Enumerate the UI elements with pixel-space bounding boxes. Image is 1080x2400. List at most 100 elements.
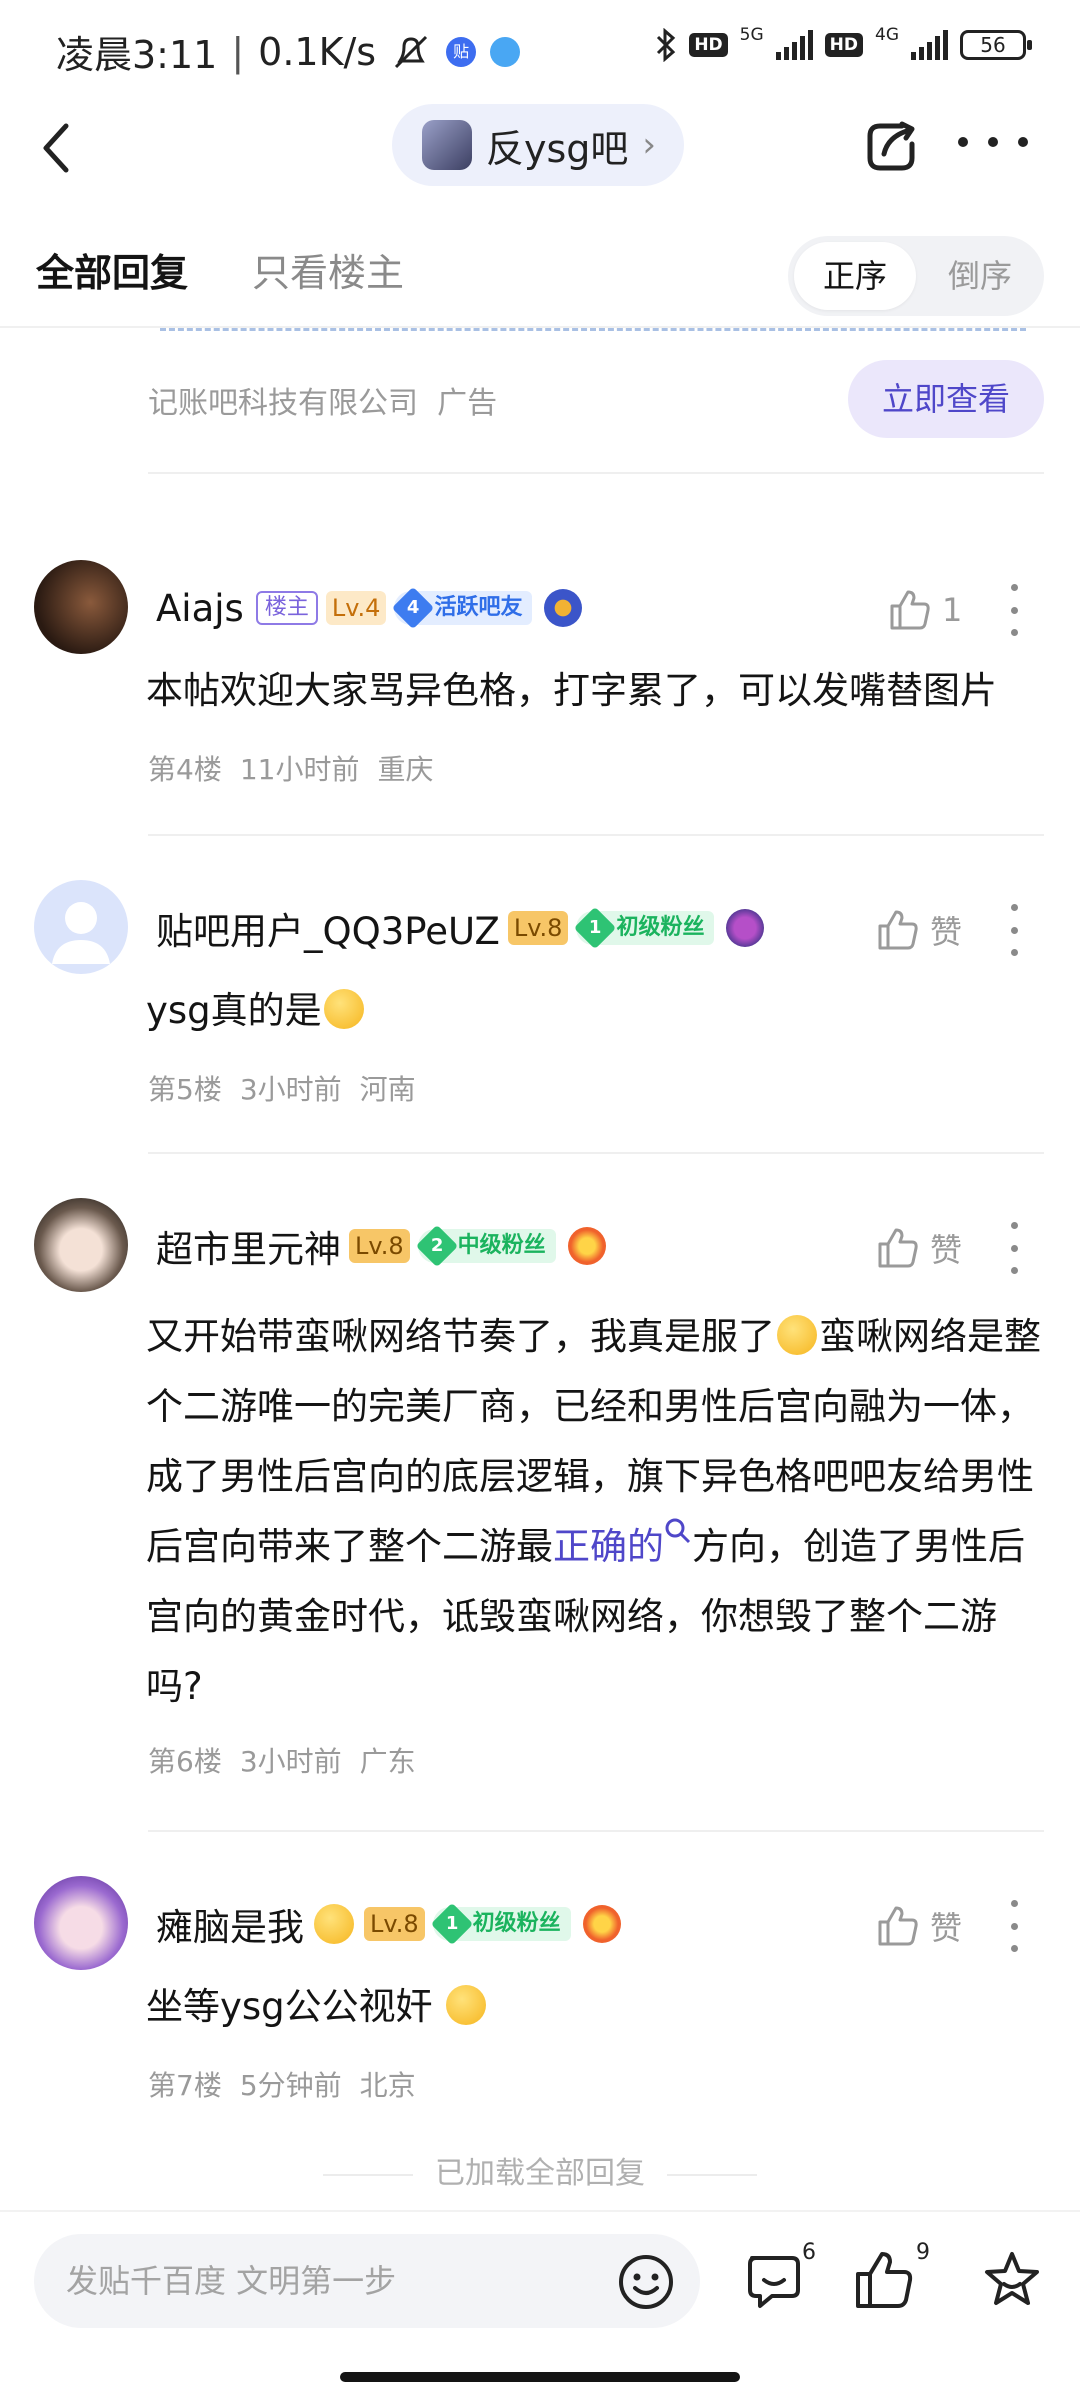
fan-title: 初级粉丝	[616, 915, 705, 940]
fan-title: 初级粉丝	[472, 1911, 561, 1936]
divider	[148, 1830, 1044, 1832]
comment-floor-7: 瘫脑是我 Lv.8 1 初级粉丝 赞 坐等ysg公公视奸 第7楼 5分钟前 北京	[0, 1876, 1080, 2136]
avatar[interactable]	[34, 560, 128, 654]
like-label: 赞	[930, 1231, 963, 1269]
more-dot-icon	[1010, 1244, 1018, 1252]
ip-location: 河南	[359, 1073, 416, 1106]
level-badge: Lv.8	[364, 1907, 425, 1941]
comment-more-button[interactable]	[1004, 1900, 1024, 1952]
ip-location: 广东	[359, 1745, 416, 1778]
sort-ascending-button[interactable]: 正序	[794, 242, 916, 310]
username[interactable]: 超市里元神	[156, 1219, 341, 1273]
forum-entry-button[interactable]: 反ysg吧 ›	[392, 104, 684, 186]
avatar[interactable]	[34, 1198, 128, 1292]
sort-descending-button[interactable]: 倒序	[922, 242, 1038, 310]
fan-level-number: 4	[407, 597, 420, 618]
like-label: 赞	[930, 913, 963, 951]
post-time: 3小时前	[239, 1073, 342, 1106]
fan-level-number: 2	[430, 1235, 443, 1256]
hd-badge-1: HD	[689, 33, 728, 57]
comment-more-button[interactable]	[1004, 1222, 1024, 1274]
top-navigation: 反ysg吧 ›	[0, 96, 1080, 216]
signal-icon-1	[775, 30, 813, 60]
comment-meta: 第5楼 3小时前 河南	[148, 1068, 416, 1108]
like-button[interactable]: 赞	[876, 1898, 962, 1954]
search-icon	[665, 1518, 691, 1544]
like-button[interactable]: 赞	[876, 902, 962, 958]
more-dot-icon	[1010, 1222, 1018, 1229]
status-right: HD 5G HD 4G 56	[655, 25, 1032, 62]
username[interactable]: Aiajs	[156, 587, 244, 630]
op-badge: 楼主	[255, 591, 318, 625]
username[interactable]: 瘫脑是我	[156, 1897, 304, 1951]
ad-dashed-line	[160, 328, 1026, 331]
like-label: 赞	[930, 1909, 963, 1947]
like-count: 9	[916, 2240, 930, 2265]
yum-emoji-icon	[446, 1985, 487, 2025]
search-keyword-text: 正确的	[553, 1525, 664, 1568]
level-badge: Lv.8	[507, 911, 569, 945]
more-dot-icon	[958, 137, 968, 147]
floor-number: 第6楼	[148, 1745, 222, 1778]
reply-input[interactable]: 发贴千百度 文明第一步	[34, 2234, 700, 2328]
back-button[interactable]	[36, 118, 96, 194]
like-button[interactable]: 1	[888, 582, 962, 638]
username[interactable]: 贴吧用户_QQ3PeUZ	[156, 901, 500, 955]
status-bar: 凌晨3:11 | 0.1K/s 贴 HD 5G HD 4G 56	[0, 0, 1080, 96]
more-dot-icon	[1010, 629, 1018, 636]
sort-toggle: 正序 倒序	[788, 236, 1044, 316]
comment-text: ysg真的是	[146, 976, 1046, 1046]
network-5g-label: 5G	[739, 25, 764, 45]
comment-more-button[interactable]	[1004, 584, 1024, 636]
status-left: 凌晨3:11 | 0.1K/s 贴	[56, 24, 521, 79]
thumbs-up-icon	[878, 1906, 918, 1946]
star-icon	[985, 2252, 1039, 2305]
more-options-button[interactable]	[958, 122, 1028, 162]
divider-line	[667, 2173, 757, 2176]
ad-view-now-button[interactable]: 立即查看	[848, 360, 1044, 438]
like-button[interactable]: 赞	[876, 1220, 962, 1276]
network-4g-label: 4G	[875, 25, 899, 45]
medal-icon	[726, 909, 765, 947]
thumbs-up-icon	[890, 590, 930, 630]
user-row: 瘫脑是我 Lv.8 1 初级粉丝	[156, 1896, 621, 1952]
like-post-button[interactable]	[852, 2248, 916, 2312]
divider	[148, 1152, 1044, 1154]
divider	[148, 834, 1044, 836]
fan-badge: 2 中级粉丝	[415, 1224, 556, 1268]
tab-all-replies[interactable]: 全部回复	[36, 242, 188, 297]
fan-title: 活跃吧友	[434, 595, 523, 620]
more-dot-icon	[1010, 926, 1018, 934]
avatar[interactable]	[34, 1876, 128, 1970]
search-keyword-link[interactable]: 正确的	[553, 1518, 692, 1568]
user-row: 贴吧用户_QQ3PeUZ Lv.8 1 初级粉丝	[156, 900, 765, 956]
comment-bubble-icon	[748, 2256, 800, 2308]
user-row: 超市里元神 Lv.8 2 中级粉丝	[156, 1218, 606, 1274]
ip-location: 重庆	[377, 753, 434, 786]
sweat-smile-emoji-icon	[777, 1315, 817, 1355]
bluetooth-icon	[657, 28, 676, 62]
comment-more-button[interactable]	[1004, 904, 1024, 956]
share-button[interactable]	[862, 116, 922, 176]
comment-floor-5: 贴吧用户_QQ3PeUZ Lv.8 1 初级粉丝 赞 ysg真的是 第5楼 3小…	[0, 880, 1080, 1140]
reply-tab-bar: 全部回复 只看楼主 正序 倒序	[0, 216, 1080, 326]
divider-line	[323, 2173, 413, 2176]
avatar[interactable]	[34, 880, 128, 974]
favorite-button[interactable]	[980, 2248, 1044, 2312]
battery-indicator: 56	[960, 30, 1032, 60]
home-indicator[interactable]	[340, 2372, 740, 2382]
fan-badge: 1 初级粉丝	[430, 1902, 571, 1946]
fan-badge: 4 活跃吧友	[392, 586, 533, 630]
emoji-button[interactable]	[616, 2252, 676, 2312]
user-row: Aiajs 楼主 Lv.4 4 活跃吧友	[156, 580, 583, 636]
thumbs-up-icon	[856, 2252, 913, 2308]
medal-icon	[544, 589, 583, 627]
more-dot-icon	[1010, 904, 1018, 911]
thumbs-up-icon	[878, 1228, 918, 1268]
tab-op-only[interactable]: 只看楼主	[252, 242, 404, 297]
comment-meta: 第4楼 11小时前 重庆	[148, 748, 433, 788]
comment-button[interactable]	[742, 2248, 806, 2312]
comment-floor-4: Aiajs 楼主 Lv.4 4 活跃吧友 1 本帖欢迎大家骂异色格，打字累了，可…	[0, 560, 1080, 820]
level-badge: Lv.8	[349, 1229, 410, 1263]
tieba-app-icon: 贴	[446, 36, 477, 67]
